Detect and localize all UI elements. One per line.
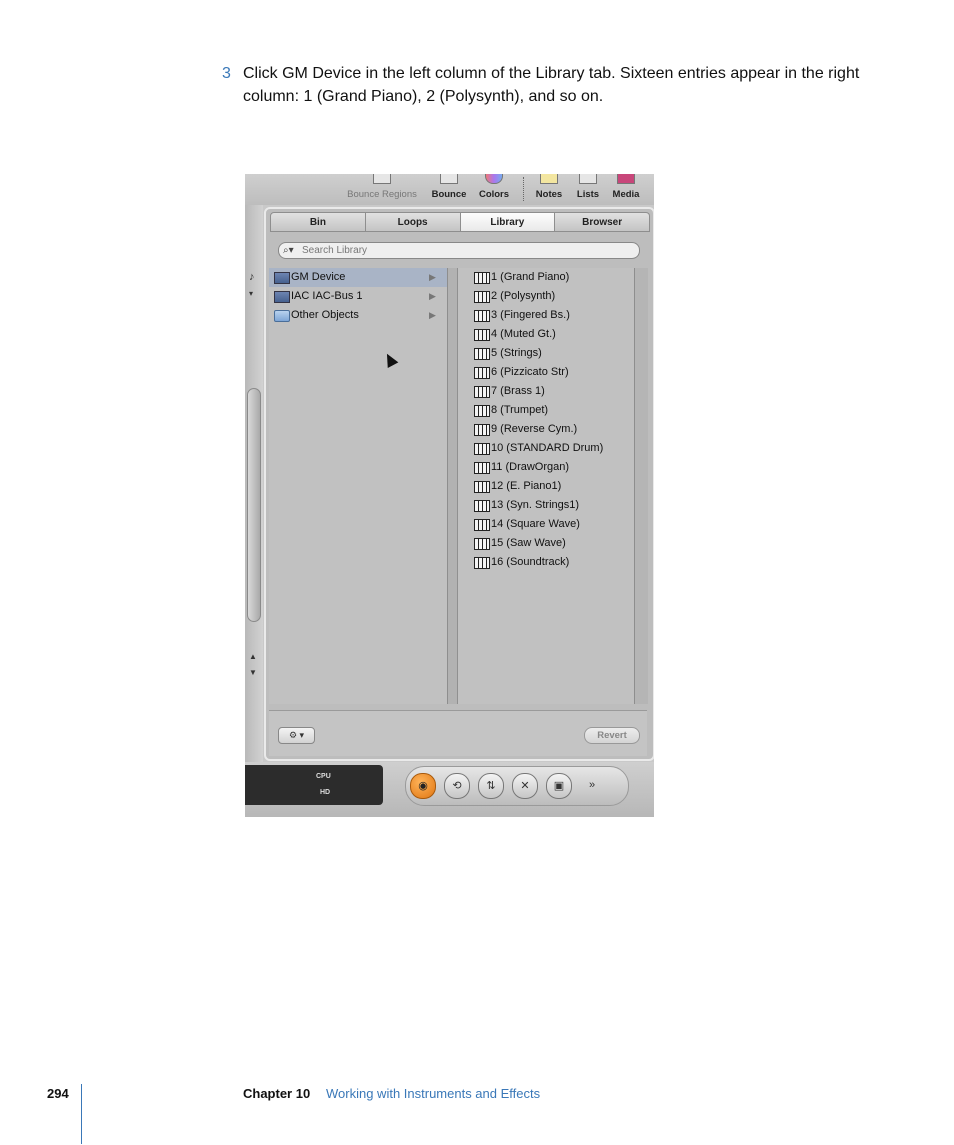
tab-browser[interactable]: Browser: [555, 212, 650, 232]
list-item[interactable]: 2 (Polysynth): [458, 287, 634, 306]
colors-icon: [485, 174, 503, 184]
replace-button[interactable]: ⇅: [478, 773, 504, 799]
control-bar: CPU HD ◉ ⟲ ⇅ ✕ ▣ »: [245, 762, 654, 817]
list-item[interactable]: 4 (Muted Gt.): [458, 325, 634, 344]
list-item[interactable]: 5 (Strings): [458, 344, 634, 363]
solo-button[interactable]: ✕: [512, 773, 538, 799]
lists-icon: [579, 174, 597, 184]
keyboard-icon: [474, 424, 490, 436]
list-item[interactable]: 11 (DrawOrgan): [458, 458, 634, 477]
bounce-icon: [440, 174, 458, 184]
tab-library[interactable]: Library: [460, 212, 556, 232]
colors-button[interactable]: Colors: [474, 174, 514, 205]
keyboard-icon: [474, 557, 490, 569]
list-item[interactable]: 16 (Soundtrack): [458, 553, 634, 572]
step-text: Click GM Device in the left column of th…: [243, 65, 860, 105]
keyboard-icon: [474, 367, 490, 379]
keyboard-icon: [474, 348, 490, 360]
media-button[interactable]: Media: [607, 174, 645, 205]
right-column-scrollbar[interactable]: [635, 268, 648, 704]
media-panel: Bin Loops Library Browser ⌕▾ Search Libr…: [264, 207, 654, 761]
search-placeholder: Search Library: [302, 245, 368, 256]
list-item[interactable]: 3 (Fingered Bs.): [458, 306, 634, 325]
list-item-other-objects[interactable]: Other Objects ▶: [269, 306, 447, 325]
library-screenshot: Bounce Regions Bounce Colors Notes Lists…: [245, 174, 654, 817]
bounce-regions-icon: [373, 174, 391, 184]
chapter-title: Working with Instruments and Effects: [326, 1086, 541, 1101]
media-icon: [617, 174, 635, 184]
chapter-label: Chapter 10: [243, 1086, 311, 1101]
tab-bin[interactable]: Bin: [270, 212, 366, 232]
disclosure-icon: ▾: [249, 289, 254, 298]
list-item[interactable]: 15 (Saw Wave): [458, 534, 634, 553]
notes-icon: [540, 174, 558, 184]
transport-controls: ◉ ⟲ ⇅ ✕ ▣ »: [405, 766, 629, 806]
bounce-regions-button[interactable]: Bounce Regions: [341, 174, 423, 205]
page-number: 294: [47, 1086, 69, 1101]
list-item[interactable]: 12 (E. Piano1): [458, 477, 634, 496]
keyboard-icon: [474, 386, 490, 398]
list-item[interactable]: 1 (Grand Piano): [458, 268, 634, 287]
list-item[interactable]: 7 (Brass 1): [458, 382, 634, 401]
keyboard-icon: [474, 291, 490, 303]
keyboard-icon: [474, 481, 490, 493]
note-icon: ♪: [249, 271, 255, 283]
footer-divider: [81, 1084, 82, 1144]
track-strip: ♪ ▾ ▲ ▼: [245, 205, 263, 765]
search-field[interactable]: ⌕▾ Search Library: [278, 242, 640, 259]
hd-meter-label: HD: [320, 789, 331, 796]
keyboard-icon: [474, 310, 490, 322]
search-icon: ⌕▾: [283, 245, 294, 256]
list-item[interactable]: 6 (Pizzicato Str): [458, 363, 634, 382]
tab-loops[interactable]: Loops: [365, 212, 461, 232]
revert-button[interactable]: Revert: [584, 727, 640, 744]
keyboard-icon: [474, 405, 490, 417]
cycle-button[interactable]: ⟲: [444, 773, 470, 799]
chevron-right-icon: ▶: [429, 291, 436, 301]
toolbar: Bounce Regions Bounce Colors Notes Lists…: [245, 174, 654, 205]
up-arrow-icon[interactable]: ▲: [249, 652, 257, 661]
toolbar-separator: [523, 177, 525, 201]
list-item[interactable]: 10 (STANDARD Drum): [458, 439, 634, 458]
keyboard-icon: [474, 272, 490, 284]
sync-button[interactable]: ▣: [546, 773, 572, 799]
down-arrow-icon[interactable]: ▼: [249, 668, 257, 677]
tab-bar: Bin Loops Library Browser: [270, 212, 650, 232]
vertical-scrollbar[interactable]: [247, 388, 261, 622]
list-item[interactable]: 14 (Square Wave): [458, 515, 634, 534]
list-item[interactable]: 8 (Trumpet): [458, 401, 634, 420]
keyboard-icon: [474, 443, 490, 455]
library-left-column: GM Device ▶ IAC IAC-Bus 1 ▶ Other Object…: [269, 268, 448, 704]
keyboard-icon: [474, 519, 490, 531]
list-item-iac-bus[interactable]: IAC IAC-Bus 1 ▶: [269, 287, 447, 306]
cpu-meter-label: CPU: [316, 773, 331, 780]
device-icon: [274, 272, 290, 284]
chevron-right-icon: ▶: [429, 310, 436, 320]
status-display: CPU HD: [245, 765, 383, 805]
keyboard-icon: [474, 538, 490, 550]
more-icon[interactable]: »: [580, 773, 604, 797]
mouse-pointer-icon: [381, 350, 399, 369]
gear-menu-button[interactable]: ⚙ ▾: [278, 727, 315, 744]
list-item[interactable]: 9 (Reverse Cym.): [458, 420, 634, 439]
chevron-right-icon: ▶: [429, 272, 436, 282]
folder-icon: [274, 310, 290, 322]
list-item[interactable]: 13 (Syn. Strings1): [458, 496, 634, 515]
library-right-column: 1 (Grand Piano) 2 (Polysynth) 3 (Fingere…: [458, 268, 635, 704]
lists-button[interactable]: Lists: [571, 174, 605, 205]
list-item-gm-device[interactable]: GM Device ▶: [269, 268, 447, 287]
keyboard-icon: [474, 462, 490, 474]
notes-button[interactable]: Notes: [532, 174, 566, 205]
low-latency-button[interactable]: ◉: [410, 773, 436, 799]
keyboard-icon: [474, 500, 490, 512]
panel-footer: ⚙ ▾ Revert: [269, 710, 647, 756]
device-icon: [274, 291, 290, 303]
keyboard-icon: [474, 329, 490, 341]
step-number: 3: [222, 65, 231, 82]
bounce-button[interactable]: Bounce: [429, 174, 469, 205]
column-divider[interactable]: [448, 268, 458, 704]
